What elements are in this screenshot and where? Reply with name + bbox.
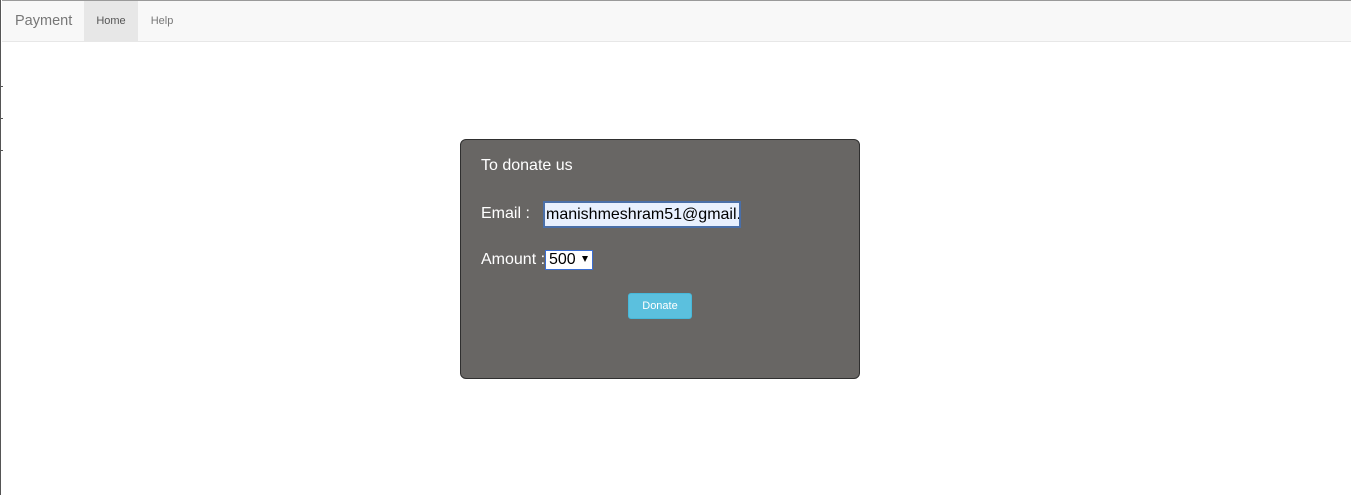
edge-tick <box>0 86 3 87</box>
amount-label: Amount : <box>481 251 546 268</box>
email-field[interactable] <box>543 201 741 228</box>
nav-item-home[interactable]: Home <box>84 1 138 42</box>
email-label: Email : <box>481 205 530 222</box>
edge-tick <box>0 150 3 151</box>
donation-panel: To donate us Email : Amount : 500 Donate <box>460 139 860 379</box>
donation-title: To donate us <box>481 157 573 174</box>
window-left-edge <box>0 0 1 495</box>
amount-select[interactable]: 500 <box>545 250 593 270</box>
edge-tick <box>0 118 3 119</box>
chevron-down-icon <box>582 256 588 262</box>
donate-button[interactable]: Donate <box>628 293 692 319</box>
brand-link[interactable]: Payment <box>15 1 72 42</box>
nav-item-help[interactable]: Help <box>138 1 186 42</box>
amount-selected-value: 500 <box>549 251 576 268</box>
navbar: Payment Home Help <box>2 0 1351 42</box>
